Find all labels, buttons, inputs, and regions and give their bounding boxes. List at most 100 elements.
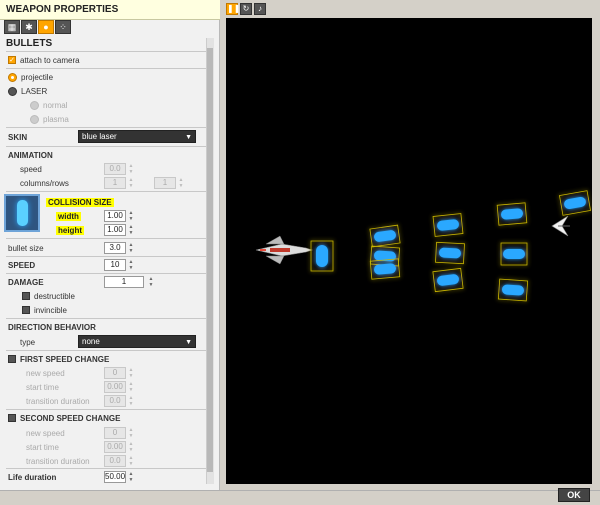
spinner-icon[interactable]: ▲ ▼: [178, 177, 184, 189]
spinner-icon[interactable]: ▲ ▼: [128, 427, 134, 439]
skin-label: SKIN: [8, 133, 28, 142]
preview-toolbar: ❚❚ ↻ ♪: [226, 3, 266, 15]
spinner-icon[interactable]: ▲ ▼: [128, 367, 134, 379]
divider: [6, 127, 206, 128]
scrollbar-thumb[interactable]: [207, 48, 213, 472]
ok-button[interactable]: OK: [558, 488, 590, 502]
pause-icon[interactable]: ❚❚: [226, 3, 240, 15]
anim-speed-input[interactable]: 0.0: [104, 163, 126, 175]
footer-bar: [0, 490, 600, 505]
direction-label: DIRECTION BEHAVIOR: [8, 323, 96, 332]
projectile-label: projectile: [21, 73, 54, 82]
spinner-icon[interactable]: ▲ ▼: [128, 163, 134, 175]
spinner-icon[interactable]: ▲ ▼: [148, 276, 154, 288]
chevron-down-icon: ▼: [185, 339, 192, 346]
columns-input[interactable]: 1: [104, 177, 126, 189]
collision-title: COLLISION SIZE: [46, 198, 114, 207]
divider: [6, 350, 206, 351]
spinner-icon[interactable]: ▲ ▼: [128, 471, 134, 483]
spinner-icon[interactable]: ▲ ▼: [128, 259, 134, 271]
spinner-icon[interactable]: ▲ ▼: [128, 242, 134, 254]
divider: [6, 409, 206, 410]
spinner-icon[interactable]: ▲ ▼: [128, 395, 134, 407]
sound-icon[interactable]: ♪: [254, 3, 266, 15]
speed-input[interactable]: 10: [104, 259, 126, 271]
skin-value: blue laser: [82, 132, 117, 141]
grid-tab-icon[interactable]: ▦: [4, 20, 20, 34]
damage-input[interactable]: 1: [104, 276, 144, 288]
divider: [6, 146, 206, 147]
plasma-radio[interactable]: [30, 115, 39, 124]
first-transition-label: transition duration: [26, 397, 90, 406]
panel-tabs: ▦ ✱ ● ⁘: [4, 20, 71, 36]
enemy-ship-icon: [551, 215, 570, 237]
first-start-time-label: start time: [26, 383, 59, 392]
invincible-label: invincible: [34, 306, 67, 315]
speed-label: SPEED: [8, 261, 36, 270]
collision-height-label: height: [56, 226, 84, 235]
bullet-group: [310, 190, 591, 302]
panel-title-bar: WEAPON PROPERTIES: [0, 0, 220, 20]
divider: [6, 273, 206, 274]
first-new-speed-input[interactable]: 0: [104, 367, 126, 379]
spinner-icon[interactable]: ▲ ▼: [128, 455, 134, 467]
divider: [6, 468, 206, 469]
collision-width-input[interactable]: 1.00: [104, 210, 126, 222]
second-new-speed-label: new speed: [26, 429, 65, 438]
columns-rows-label: columns/rows: [20, 179, 69, 188]
second-new-speed-input[interactable]: 0: [104, 427, 126, 439]
second-speed-change-label: SECOND SPEED CHANGE: [20, 414, 121, 423]
second-transition-label: transition duration: [26, 457, 90, 466]
preview-scene: [255, 190, 591, 302]
destructible-checkbox[interactable]: [22, 292, 30, 300]
second-speed-change-checkbox[interactable]: [8, 414, 16, 422]
refresh-icon[interactable]: ↻: [240, 3, 252, 15]
direction-type-label: type: [20, 338, 36, 347]
divider: [6, 318, 206, 319]
collision-width-label: width: [56, 212, 81, 221]
divider: [6, 256, 206, 257]
spinner-icon[interactable]: ▲ ▼: [128, 224, 134, 236]
first-speed-change-checkbox[interactable]: [8, 355, 16, 363]
skin-dropdown[interactable]: blue laser ▼: [78, 130, 196, 143]
invincible-checkbox[interactable]: [22, 306, 30, 314]
first-new-speed-label: new speed: [26, 369, 65, 378]
first-transition-input[interactable]: 0.0: [104, 395, 126, 407]
projectile-radio[interactable]: [8, 73, 17, 82]
spinner-icon[interactable]: ▲ ▼: [128, 381, 134, 393]
rows-input[interactable]: 1: [154, 177, 176, 189]
attach-camera-label: attach to camera: [20, 56, 80, 65]
plasma-label: plasma: [43, 115, 69, 124]
second-start-time-input[interactable]: 0.00: [104, 441, 126, 453]
direction-type-value: none: [82, 337, 100, 346]
animation-label: ANIMATION: [8, 151, 53, 160]
preview-canvas[interactable]: [226, 18, 592, 484]
normal-label: normal: [43, 101, 68, 110]
life-duration-label: Life duration: [8, 473, 57, 482]
laser-radio[interactable]: [8, 87, 17, 96]
spinner-icon[interactable]: ▲ ▼: [128, 441, 134, 453]
first-start-time-input[interactable]: 0.00: [104, 381, 126, 393]
panel-title: WEAPON PROPERTIES: [6, 4, 119, 15]
particles-tab-icon[interactable]: ⁘: [55, 20, 71, 34]
spinner-icon[interactable]: ▲ ▼: [128, 177, 134, 189]
bullet-preview-icon[interactable]: [4, 194, 40, 232]
spinner-icon[interactable]: ▲ ▼: [128, 210, 134, 222]
divider: [6, 68, 206, 69]
normal-radio[interactable]: [30, 101, 39, 110]
second-transition-input[interactable]: 0.0: [104, 455, 126, 467]
damage-label: DAMAGE: [8, 278, 44, 287]
bullet-tab-icon[interactable]: ●: [38, 20, 54, 34]
life-duration-input[interactable]: 50.00: [104, 471, 126, 483]
attach-camera-checkbox[interactable]: ✓: [8, 56, 16, 64]
destructible-label: destructible: [34, 292, 75, 301]
divider: [6, 51, 206, 52]
second-start-time-label: start time: [26, 443, 59, 452]
bullet-size-input[interactable]: 3.0: [104, 242, 126, 254]
anim-speed-label: speed: [20, 165, 42, 174]
bullet-size-label: bullet size: [8, 244, 44, 253]
section-title: BULLETS: [6, 38, 53, 49]
gear-tab-icon[interactable]: ✱: [21, 20, 37, 34]
direction-type-dropdown[interactable]: none ▼: [78, 335, 196, 348]
collision-height-input[interactable]: 1.00: [104, 224, 126, 236]
